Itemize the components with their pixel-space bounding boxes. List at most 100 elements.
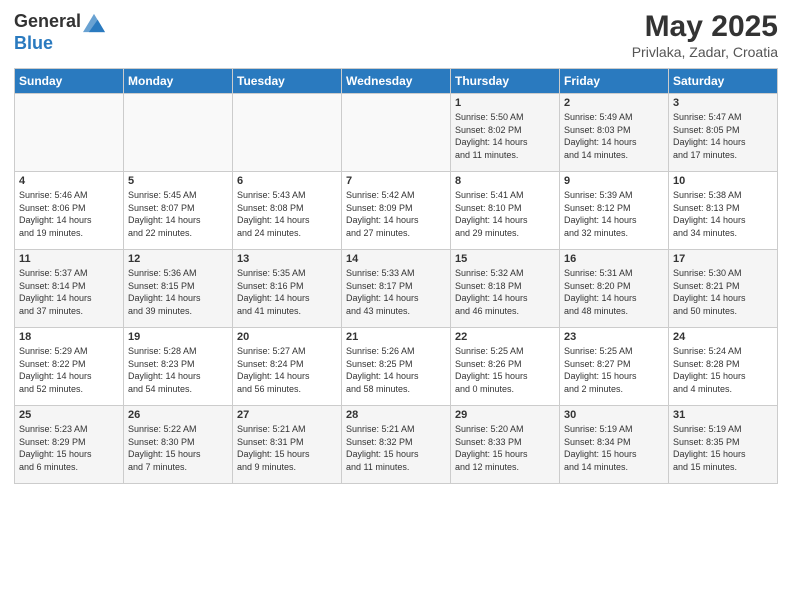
- day-cell: 30 Sunrise: 5:19 AM Sunset: 8:34 PM Dayli…: [560, 406, 669, 484]
- day-info: Sunrise: 5:26 AM Sunset: 8:25 PM Dayligh…: [346, 345, 446, 395]
- day-cell: [124, 94, 233, 172]
- logo: General Blue: [14, 10, 105, 54]
- day-number: 20: [237, 331, 337, 343]
- day-number: 2: [564, 97, 664, 109]
- day-number: 12: [128, 253, 228, 265]
- day-number: 16: [564, 253, 664, 265]
- day-cell: 20 Sunrise: 5:27 AM Sunset: 8:24 PM Dayli…: [233, 328, 342, 406]
- day-cell: 25 Sunrise: 5:23 AM Sunset: 8:29 PM Dayli…: [15, 406, 124, 484]
- day-info: Sunrise: 5:43 AM Sunset: 8:08 PM Dayligh…: [237, 189, 337, 239]
- week-row-3: 11 Sunrise: 5:37 AM Sunset: 8:14 PM Dayli…: [15, 250, 778, 328]
- day-info: Sunrise: 5:50 AM Sunset: 8:02 PM Dayligh…: [455, 111, 555, 161]
- logo-blue: Blue: [14, 34, 105, 54]
- week-row-2: 4Sunrise: 5:46 AM Sunset: 8:06 PM Daylig…: [15, 172, 778, 250]
- day-number: 14: [346, 253, 446, 265]
- header: General Blue May 2025 Privlaka, Zadar, C…: [14, 10, 778, 60]
- col-header-tuesday: Tuesday: [233, 69, 342, 94]
- col-header-sunday: Sunday: [15, 69, 124, 94]
- day-info: Sunrise: 5:29 AM Sunset: 8:22 PM Dayligh…: [19, 345, 119, 395]
- day-cell: 5 Sunrise: 5:45 AM Sunset: 8:07 PM Daylig…: [124, 172, 233, 250]
- day-cell: 12 Sunrise: 5:36 AM Sunset: 8:15 PM Dayli…: [124, 250, 233, 328]
- day-info: Sunrise: 5:27 AM Sunset: 8:24 PM Dayligh…: [237, 345, 337, 395]
- day-cell: 15 Sunrise: 5:32 AM Sunset: 8:18 PM Dayli…: [451, 250, 560, 328]
- day-cell: 23 Sunrise: 5:25 AM Sunset: 8:27 PM Dayli…: [560, 328, 669, 406]
- day-info: Sunrise: 5:41 AM Sunset: 8:10 PM Dayligh…: [455, 189, 555, 239]
- day-info: Sunrise: 5:21 AM Sunset: 8:31 PM Dayligh…: [237, 423, 337, 473]
- day-info: Sunrise: 5:45 AM Sunset: 8:07 PM Dayligh…: [128, 189, 228, 239]
- day-number: 30: [564, 409, 664, 421]
- day-cell: 10 Sunrise: 5:38 AM Sunset: 8:13 PM Dayli…: [669, 172, 778, 250]
- day-number: 28: [346, 409, 446, 421]
- day-number: 22: [455, 331, 555, 343]
- subtitle: Privlaka, Zadar, Croatia: [632, 44, 778, 60]
- col-header-thursday: Thursday: [451, 69, 560, 94]
- day-info: Sunrise: 5:38 AM Sunset: 8:13 PM Dayligh…: [673, 189, 773, 239]
- main-title: May 2025: [632, 10, 778, 44]
- day-number: 18: [19, 331, 119, 343]
- day-number: 27: [237, 409, 337, 421]
- day-cell: 9 Sunrise: 5:39 AM Sunset: 8:12 PM Daylig…: [560, 172, 669, 250]
- day-info: Sunrise: 5:24 AM Sunset: 8:28 PM Dayligh…: [673, 345, 773, 395]
- day-number: 26: [128, 409, 228, 421]
- day-cell: 2 Sunrise: 5:49 AM Sunset: 8:03 PM Daylig…: [560, 94, 669, 172]
- header-row: SundayMondayTuesdayWednesdayThursdayFrid…: [15, 69, 778, 94]
- day-info: Sunrise: 5:25 AM Sunset: 8:27 PM Dayligh…: [564, 345, 664, 395]
- col-header-wednesday: Wednesday: [342, 69, 451, 94]
- day-cell: 14Sunrise: 5:33 AM Sunset: 8:17 PM Dayli…: [342, 250, 451, 328]
- day-cell: 31Sunrise: 5:19 AM Sunset: 8:35 PM Dayli…: [669, 406, 778, 484]
- day-cell: 28Sunrise: 5:21 AM Sunset: 8:32 PM Dayli…: [342, 406, 451, 484]
- day-number: 10: [673, 175, 773, 187]
- day-cell: 26 Sunrise: 5:22 AM Sunset: 8:30 PM Dayli…: [124, 406, 233, 484]
- day-info: Sunrise: 5:22 AM Sunset: 8:30 PM Dayligh…: [128, 423, 228, 473]
- week-row-1: 1 Sunrise: 5:50 AM Sunset: 8:02 PM Daylig…: [15, 94, 778, 172]
- day-info: Sunrise: 5:19 AM Sunset: 8:34 PM Dayligh…: [564, 423, 664, 473]
- day-info: Sunrise: 5:42 AM Sunset: 8:09 PM Dayligh…: [346, 189, 446, 239]
- day-number: 15: [455, 253, 555, 265]
- day-cell: [15, 94, 124, 172]
- day-cell: 8Sunrise: 5:41 AM Sunset: 8:10 PM Daylig…: [451, 172, 560, 250]
- day-number: 11: [19, 253, 119, 265]
- day-number: 19: [128, 331, 228, 343]
- day-info: Sunrise: 5:32 AM Sunset: 8:18 PM Dayligh…: [455, 267, 555, 317]
- day-number: 3: [673, 97, 773, 109]
- logo-icon: [83, 12, 105, 34]
- day-cell: 27 Sunrise: 5:21 AM Sunset: 8:31 PM Dayli…: [233, 406, 342, 484]
- day-info: Sunrise: 5:30 AM Sunset: 8:21 PM Dayligh…: [673, 267, 773, 317]
- day-info: Sunrise: 5:25 AM Sunset: 8:26 PM Dayligh…: [455, 345, 555, 395]
- day-number: 7: [346, 175, 446, 187]
- day-cell: [342, 94, 451, 172]
- day-number: 5: [128, 175, 228, 187]
- day-info: Sunrise: 5:31 AM Sunset: 8:20 PM Dayligh…: [564, 267, 664, 317]
- col-header-friday: Friday: [560, 69, 669, 94]
- day-info: Sunrise: 5:39 AM Sunset: 8:12 PM Dayligh…: [564, 189, 664, 239]
- day-info: Sunrise: 5:36 AM Sunset: 8:15 PM Dayligh…: [128, 267, 228, 317]
- day-number: 6: [237, 175, 337, 187]
- col-header-monday: Monday: [124, 69, 233, 94]
- day-number: 24: [673, 331, 773, 343]
- day-number: 4: [19, 175, 119, 187]
- day-cell: 22 Sunrise: 5:25 AM Sunset: 8:26 PM Dayli…: [451, 328, 560, 406]
- day-info: Sunrise: 5:35 AM Sunset: 8:16 PM Dayligh…: [237, 267, 337, 317]
- day-cell: 16 Sunrise: 5:31 AM Sunset: 8:20 PM Dayli…: [560, 250, 669, 328]
- logo-general: General: [14, 12, 81, 32]
- day-number: 21: [346, 331, 446, 343]
- week-row-4: 18 Sunrise: 5:29 AM Sunset: 8:22 PM Dayli…: [15, 328, 778, 406]
- day-info: Sunrise: 5:23 AM Sunset: 8:29 PM Dayligh…: [19, 423, 119, 473]
- day-info: Sunrise: 5:49 AM Sunset: 8:03 PM Dayligh…: [564, 111, 664, 161]
- day-cell: 11 Sunrise: 5:37 AM Sunset: 8:14 PM Dayli…: [15, 250, 124, 328]
- day-number: 1: [455, 97, 555, 109]
- day-info: Sunrise: 5:47 AM Sunset: 8:05 PM Dayligh…: [673, 111, 773, 161]
- logo-text: General Blue: [14, 10, 105, 54]
- day-cell: 21 Sunrise: 5:26 AM Sunset: 8:25 PM Dayli…: [342, 328, 451, 406]
- day-number: 25: [19, 409, 119, 421]
- day-cell: 1 Sunrise: 5:50 AM Sunset: 8:02 PM Daylig…: [451, 94, 560, 172]
- day-number: 29: [455, 409, 555, 421]
- day-number: 9: [564, 175, 664, 187]
- day-info: Sunrise: 5:37 AM Sunset: 8:14 PM Dayligh…: [19, 267, 119, 317]
- day-cell: [233, 94, 342, 172]
- calendar-body: 1 Sunrise: 5:50 AM Sunset: 8:02 PM Daylig…: [15, 94, 778, 484]
- day-number: 13: [237, 253, 337, 265]
- day-cell: 19Sunrise: 5:28 AM Sunset: 8:23 PM Dayli…: [124, 328, 233, 406]
- day-number: 31: [673, 409, 773, 421]
- day-number: 23: [564, 331, 664, 343]
